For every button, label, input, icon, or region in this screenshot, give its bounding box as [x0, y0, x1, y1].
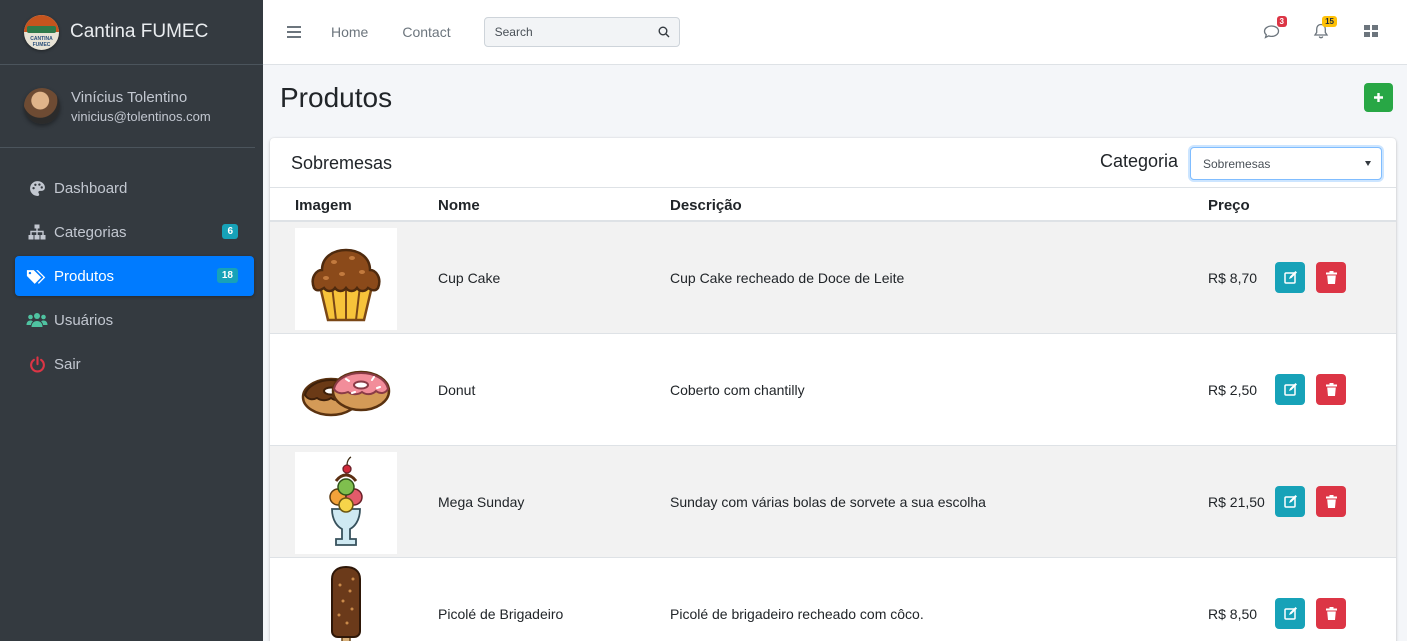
product-thumbnail	[295, 564, 397, 641]
top-navbar: Home Contact 3 15	[263, 0, 1407, 65]
avatar	[24, 88, 60, 124]
table-row: Donut Coberto com chantilly R$ 2,50	[270, 334, 1396, 446]
edit-button[interactable]	[1275, 373, 1305, 405]
edit-icon	[1283, 270, 1297, 284]
sitemap-icon	[26, 223, 48, 241]
sidebar-item-produtos[interactable]: Produtos 18	[15, 256, 254, 296]
edit-button[interactable]	[1275, 485, 1305, 517]
delete-button[interactable]	[1316, 261, 1346, 293]
sidebar-item-categorias[interactable]: Categorias 6	[15, 212, 254, 252]
products-card: Sobremesas Categoria Sobremesas Imagem N…	[270, 138, 1396, 641]
user-panel[interactable]: Vinícius Tolentino vinicius@tolentinos.c…	[0, 65, 255, 148]
table-row: Picolé de Brigadeiro Picolé de brigadeir…	[270, 558, 1396, 641]
brand-link[interactable]: CANTINA FUMEC Cantina FUMEC	[0, 0, 263, 65]
messages-button[interactable]: 3	[1261, 16, 1287, 40]
brand-name: Cantina FUMEC	[70, 21, 209, 42]
sidebar-item-label: Usuários	[54, 311, 114, 329]
product-thumbnail	[295, 340, 397, 442]
table-header: Imagem Nome Descrição Preço	[270, 188, 1396, 222]
users-icon	[26, 311, 48, 329]
sidebar-item-label: Produtos	[54, 267, 115, 285]
menu-toggle-icon[interactable]	[287, 26, 301, 38]
search-input[interactable]	[484, 25, 649, 39]
nav-link-contact[interactable]: Contact	[402, 24, 450, 40]
messages-badge: 3	[1276, 16, 1287, 27]
search-button[interactable]	[649, 18, 679, 46]
edit-icon	[1283, 382, 1297, 396]
nav-link-home[interactable]: Home	[331, 24, 368, 40]
category-label: Categoria	[1100, 151, 1179, 171]
product-price: R$ 8,70	[1208, 269, 1258, 286]
caret-down-icon	[1365, 161, 1371, 166]
palette-icon	[26, 179, 48, 197]
product-name: Cup Cake	[438, 269, 501, 286]
delete-button[interactable]	[1316, 597, 1346, 629]
category-selected: Sobremesas	[1203, 156, 1271, 171]
user-email: vinicius@tolentinos.com	[71, 108, 211, 124]
table-row: Mega Sunday Sunday com várias bolas de s…	[270, 446, 1396, 558]
product-description: Coberto com chantilly	[670, 381, 805, 398]
delete-button[interactable]	[1316, 485, 1346, 517]
search-icon	[658, 26, 670, 38]
column-header-description: Descrição	[670, 197, 742, 214]
edit-button[interactable]	[1275, 261, 1305, 293]
sidebar-item-dashboard[interactable]: Dashboard	[15, 168, 254, 208]
product-description: Cup Cake recheado de Doce de Leite	[670, 269, 905, 286]
search-form	[483, 17, 680, 47]
product-name: Picolé de Brigadeiro	[438, 605, 564, 622]
page-title: Produtos	[280, 82, 393, 113]
sidebar-nav: Dashboard Categorias 6 Produtos 18 Usuár…	[0, 168, 263, 384]
brand-logo: CANTINA FUMEC	[24, 14, 59, 50]
count-badge: 6	[222, 224, 238, 239]
user-info: Vinícius Tolentino vinicius@tolentinos.c…	[71, 89, 211, 124]
table-row: Cup Cake Cup Cake recheado de Doce de Le…	[270, 222, 1396, 334]
category-select[interactable]: Sobremesas	[1190, 147, 1382, 180]
product-price: R$ 8,50	[1208, 605, 1258, 622]
trash-icon	[1325, 606, 1337, 620]
product-description: Sunday com várias bolas de sorvete a sua…	[670, 493, 986, 510]
power-icon	[26, 355, 48, 373]
sidebar-item-label: Sair	[54, 355, 81, 373]
edit-button[interactable]	[1275, 597, 1305, 629]
column-header-image: Imagem	[295, 197, 352, 214]
sidebar: CANTINA FUMEC Cantina FUMEC Vinícius Tol…	[0, 0, 263, 641]
content-wrapper: Produtos Sobremesas Categoria Sobremesas…	[263, 65, 1407, 641]
product-name: Donut	[438, 381, 476, 398]
card-title: Sobremesas	[291, 153, 393, 173]
navbar-right: 3 15	[1261, 16, 1381, 40]
count-badge: 18	[216, 268, 238, 283]
product-price: R$ 2,50	[1208, 381, 1258, 398]
sidebar-item-label: Dashboard	[54, 179, 128, 197]
popsicle-image	[331, 565, 361, 641]
product-description: Picolé de brigadeiro recheado com côco.	[670, 605, 924, 622]
delete-button[interactable]	[1316, 373, 1346, 405]
user-name: Vinícius Tolentino	[71, 88, 188, 106]
apps-button[interactable]	[1361, 22, 1381, 40]
trash-icon	[1325, 270, 1337, 284]
product-price: R$ 21,50	[1208, 493, 1265, 510]
sidebar-item-sair[interactable]: Sair	[15, 344, 254, 384]
tags-icon	[26, 267, 48, 285]
trash-icon	[1325, 382, 1337, 396]
column-header-name: Nome	[438, 197, 480, 214]
edit-icon	[1283, 606, 1297, 620]
sidebar-item-label: Categorias	[54, 223, 127, 241]
edit-icon	[1283, 494, 1297, 508]
add-product-button[interactable]	[1364, 83, 1393, 112]
grid-icon	[1364, 25, 1378, 37]
notifications-badge: 15	[1322, 16, 1337, 27]
notifications-button[interactable]: 15	[1311, 16, 1337, 40]
plus-icon	[1374, 93, 1383, 102]
donut-image	[301, 370, 391, 417]
card-header: Sobremesas Categoria Sobremesas	[270, 138, 1396, 188]
sundae-image	[329, 456, 363, 546]
trash-icon	[1325, 494, 1337, 508]
product-name: Mega Sunday	[438, 493, 525, 510]
product-thumbnail	[295, 228, 397, 330]
column-header-price: Preço	[1208, 197, 1250, 214]
sidebar-item-usuarios[interactable]: Usuários	[15, 300, 254, 340]
cupcake-image	[311, 248, 381, 322]
product-thumbnail	[295, 452, 397, 554]
